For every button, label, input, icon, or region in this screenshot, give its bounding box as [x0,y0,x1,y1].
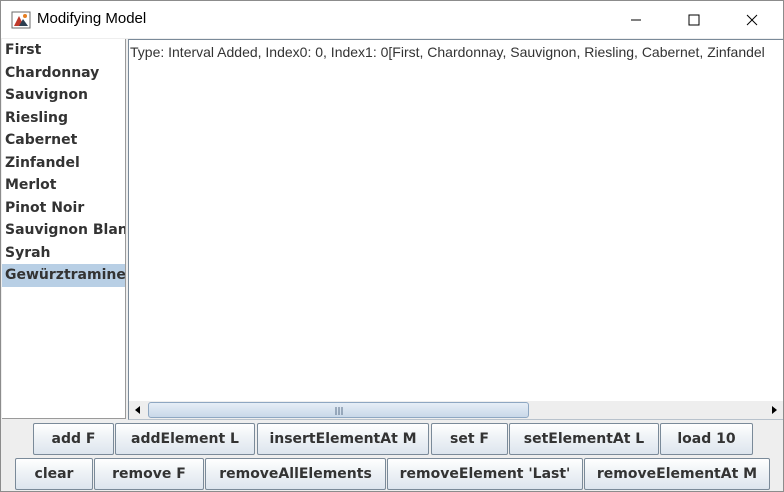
list-item[interactable]: Zinfandel [2,152,125,175]
horizontal-scrollbar[interactable] [128,401,783,420]
wine-list[interactable]: First Chardonnay Sauvignon Riesling Cabe… [2,39,126,419]
log-line: Type: Interval Added, Index0: 0, Index1:… [130,44,765,60]
close-button[interactable] [723,1,781,38]
minimize-button[interactable] [607,1,665,38]
set-f-button[interactable]: set F [431,423,508,455]
list-item[interactable]: Sauvignon [2,84,125,107]
grip-icon [335,407,342,415]
list-item-selected[interactable]: Gewürztraminer [2,264,125,287]
scroll-left-button[interactable] [129,401,147,419]
list-item[interactable]: Chardonnay [2,62,125,85]
close-icon [746,14,758,25]
list-item[interactable]: Syrah [2,242,125,265]
load-10-button[interactable]: load 10 [660,423,753,455]
list-item[interactable]: Pinot Noir [2,197,125,220]
maximize-icon [688,14,700,25]
title-bar[interactable]: Modifying Model [1,1,783,38]
window-title: Modifying Model [37,10,147,27]
arrow-right-icon [772,406,777,414]
list-item[interactable]: First [2,39,125,62]
app-window: Modifying Model First Chardonnay Sauvign… [0,0,784,492]
scrollbar-thumb[interactable] [148,402,529,418]
list-item[interactable]: Riesling [2,107,125,130]
add-f-button[interactable]: add F [33,423,114,455]
set-element-at-l-button[interactable]: setElementAt L [509,423,659,455]
java-app-icon [11,10,31,30]
clear-button[interactable]: clear [15,458,93,490]
insert-element-at-m-button[interactable]: insertElementAt M [257,423,429,455]
list-item[interactable]: Sauvignon Blanc [2,219,125,242]
event-log-area[interactable]: Type: Interval Added, Index0: 0, Index1:… [128,39,783,401]
remove-f-button[interactable]: remove F [94,458,204,490]
list-item[interactable]: Cabernet [2,129,125,152]
scroll-right-button[interactable] [765,401,783,419]
add-element-l-button[interactable]: addElement L [115,423,255,455]
arrow-left-icon [135,406,140,414]
maximize-button[interactable] [665,1,723,38]
remove-element-last-button[interactable]: removeElement 'Last' [387,458,583,490]
list-item[interactable]: Merlot [2,174,125,197]
minimize-icon [631,19,641,20]
remove-element-at-m-button[interactable]: removeElementAt M [584,458,770,490]
remove-all-elements-button[interactable]: removeAllElements [205,458,386,490]
